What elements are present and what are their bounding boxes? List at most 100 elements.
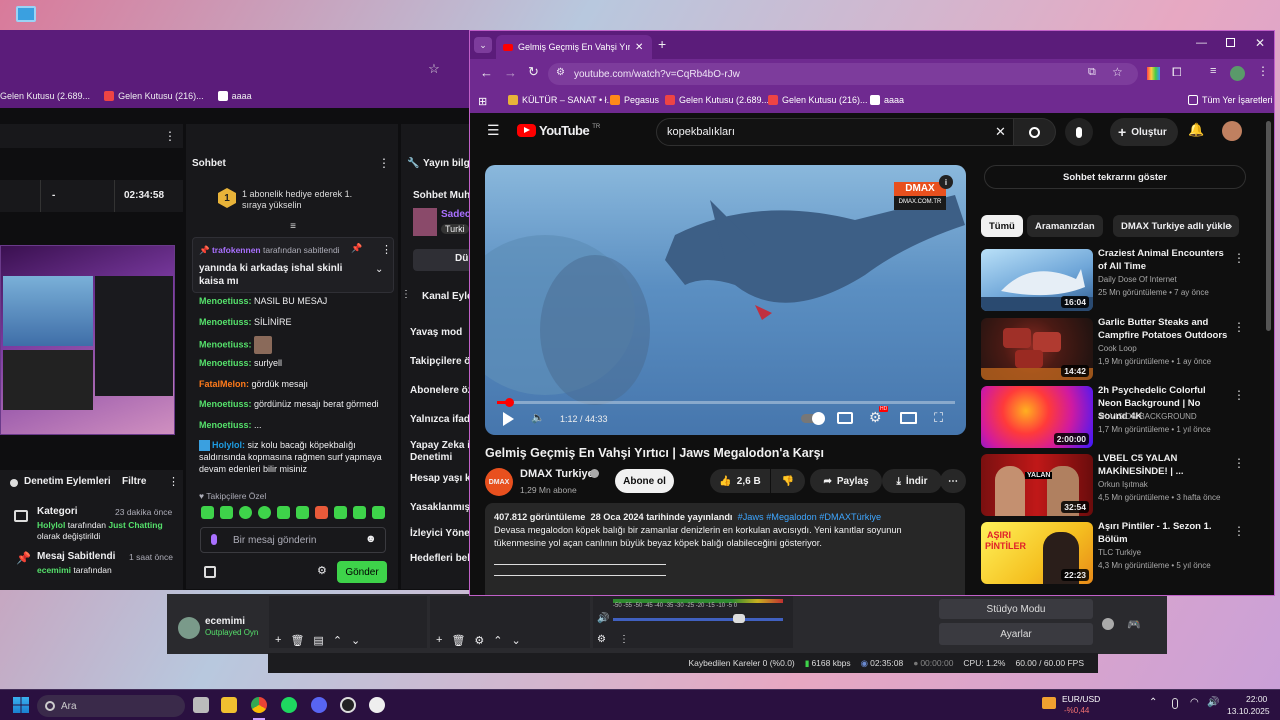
progress-bar[interactable] xyxy=(497,398,955,407)
setting-account-age[interactable]: Hesap yaşı k xyxy=(410,473,470,484)
subscribe-button[interactable]: Abone ol xyxy=(615,469,674,493)
emote-icon[interactable] xyxy=(258,506,271,519)
chat-input[interactable]: Bir mesaj gönderin ☻ xyxy=(200,527,386,553)
recommended-video[interactable]: AŞIRI PİNTİLER 22:23 Aşırı Pintiler - 1.… xyxy=(981,521,1245,586)
setting-goals[interactable]: Hedefleri beli xyxy=(410,553,470,564)
setting-slow-mode[interactable]: Yavaş mod xyxy=(410,327,462,338)
back-bookmark-2[interactable]: Gelen Kutusu (216)... xyxy=(104,91,204,101)
setting-viewer[interactable]: İzleyici Yöne xyxy=(410,528,470,539)
setting-banned[interactable]: Yasaklanmış xyxy=(410,502,470,513)
down-icon[interactable]: ⌄ xyxy=(512,634,521,647)
chip-channel-uploads[interactable]: DMAX Turkiye adlı yükle xyxy=(1113,215,1239,237)
profile-icon[interactable] xyxy=(1230,66,1245,81)
task-view-icon[interactable] xyxy=(193,697,209,713)
youtube-logo[interactable]: YouTube TR xyxy=(517,123,600,138)
more-icon[interactable]: ⋮ xyxy=(168,475,179,488)
setting-followers[interactable]: Takipçilere ö xyxy=(410,356,470,367)
bookmark-5[interactable]: aaaa xyxy=(870,95,904,105)
trash-icon[interactable]: 🗑 xyxy=(451,634,465,647)
chip-all[interactable]: Tümü xyxy=(981,215,1023,237)
pin-action-icon[interactable]: 📌 xyxy=(351,243,362,254)
collapse-icon[interactable]: ≡ xyxy=(287,221,299,232)
volume-icon[interactable]: 🔊 xyxy=(597,613,609,624)
setting-ai[interactable]: Yapay Zeka il xyxy=(410,440,470,451)
tag-pill[interactable]: Turki xyxy=(441,224,469,234)
studio-mode-button[interactable]: Stüdyo Modu xyxy=(939,599,1093,619)
puzzle-icon[interactable]: ⧠ xyxy=(1172,65,1182,80)
media-icon[interactable]: ≡ xyxy=(1210,65,1216,77)
like-button[interactable]: 👍 2,6 B xyxy=(710,469,770,493)
clock-date[interactable]: 13.10.2025 xyxy=(1227,706,1270,716)
stock-ticker[interactable]: EUR/USD xyxy=(1062,694,1100,704)
emote-icon[interactable] xyxy=(277,506,290,519)
mixer-gear-icon[interactable]: ⚙ xyxy=(597,634,606,645)
volume-slider-handle[interactable] xyxy=(733,614,745,623)
settings-gear-icon[interactable]: ⚙ xyxy=(317,564,327,577)
recommended-video[interactable]: 16:04 Craziest Animal Encounters of All … xyxy=(981,248,1245,313)
taskbar-search[interactable]: Ara xyxy=(37,695,185,717)
setting-subscribers[interactable]: Abonelere öz xyxy=(410,385,470,396)
download-button[interactable]: ⤓ İndir xyxy=(882,469,942,493)
minimize-icon[interactable]: — xyxy=(1196,37,1207,49)
theater-mode-icon[interactable] xyxy=(900,412,917,424)
apps-grid-icon[interactable]: ⊞ xyxy=(478,95,487,108)
face-icon[interactable] xyxy=(1102,618,1114,630)
app-icon[interactable] xyxy=(369,697,385,713)
add-icon[interactable]: + xyxy=(436,634,442,647)
emote-icon[interactable] xyxy=(220,506,233,519)
up-icon[interactable]: ⌃ xyxy=(333,634,342,647)
send-button[interactable]: Gönder xyxy=(337,561,387,583)
more-actions-button[interactable]: ⋯ xyxy=(940,469,966,493)
menu-icon[interactable]: ⋮ xyxy=(1257,64,1269,78)
desktop-computer-icon[interactable] xyxy=(16,6,36,22)
more-icon[interactable]: ⋮ xyxy=(381,243,392,256)
emote-icon[interactable] xyxy=(372,506,385,519)
notifications-bell-icon[interactable]: 🔔 xyxy=(1188,122,1204,138)
hamburger-menu-icon[interactable]: ☰ xyxy=(487,122,500,139)
address-bar[interactable]: ⚙ youtube.com/watch?v=CqRb4bO-rJw ⧉ ☆ xyxy=(548,63,1138,85)
fullscreen-icon[interactable]: ⛶ xyxy=(934,410,943,426)
bookmark-2[interactable]: Pegasus xyxy=(610,95,659,105)
back-bookmark-3[interactable]: aaaa xyxy=(217,91,252,101)
gift-icon[interactable] xyxy=(204,566,216,578)
bookmark-4[interactable]: Gelen Kutusu (216)... xyxy=(768,95,868,105)
recommended-video[interactable]: YALAN 32:54 LVBEL C5 YALAN MAKİNESİNDE! … xyxy=(981,453,1245,518)
volume-icon[interactable]: 🔈 xyxy=(531,411,545,424)
clear-search-icon[interactable]: ✕ xyxy=(995,124,1006,140)
pinned-message[interactable]: 📌 trafokennen tarafından sabitlendi 📌 ⋮ … xyxy=(192,237,394,293)
hashtags[interactable]: #Jaws #Megalodon #DMAXTürkiye xyxy=(738,512,882,522)
site-info-icon[interactable]: ⚙ xyxy=(556,67,565,78)
volume-icon[interactable]: 🔊 xyxy=(1207,697,1219,708)
emote-icon[interactable] xyxy=(201,506,214,519)
windows-start-icon[interactable] xyxy=(13,697,29,713)
emote-icon[interactable] xyxy=(353,506,366,519)
volume-slider[interactable] xyxy=(613,618,783,621)
tab-search-icon[interactable]: ⌄ xyxy=(474,37,492,53)
new-tab-icon[interactable]: + xyxy=(658,36,666,52)
channel-avatar[interactable]: DMAX xyxy=(485,468,513,496)
more-icon[interactable]: ⋮ xyxy=(1233,524,1245,538)
gamepad-icon[interactable]: 🎮 xyxy=(1127,618,1141,631)
share-button[interactable]: ➦ Paylaş xyxy=(810,469,882,493)
emote-icon[interactable] xyxy=(296,506,309,519)
maximize-icon[interactable] xyxy=(1226,38,1235,47)
search-button[interactable] xyxy=(1014,118,1056,146)
more-icon[interactable]: ⋮ xyxy=(401,289,411,300)
edit-button[interactable]: Dü xyxy=(413,249,470,271)
subtitles-icon[interactable] xyxy=(837,412,853,424)
microphone-icon[interactable] xyxy=(211,534,217,545)
video-description[interactable]: 407.812 görüntüleme 28 Oca 2024 tarihind… xyxy=(485,503,965,595)
add-icon[interactable]: + xyxy=(275,634,281,647)
more-icon[interactable]: ⋮ xyxy=(378,156,390,170)
setting-emotes[interactable]: Yalnızca ifad xyxy=(410,414,470,425)
emote-icon[interactable] xyxy=(239,506,252,519)
wifi-icon[interactable]: ◠ xyxy=(1190,697,1199,708)
more-icon[interactable]: ⋮ xyxy=(1233,456,1245,470)
tray-chevron-icon[interactable]: ⌃ xyxy=(1149,697,1157,708)
more-icon[interactable]: ⋮ xyxy=(619,634,629,645)
avatar[interactable] xyxy=(1222,121,1242,141)
recommended-video[interactable]: 2:00:00 2h Psychedelic Colorful Neon Bac… xyxy=(981,385,1245,450)
chrome-icon[interactable] xyxy=(251,697,267,713)
dislike-button[interactable]: 👎 xyxy=(771,469,805,493)
obs-icon[interactable] xyxy=(340,697,356,713)
